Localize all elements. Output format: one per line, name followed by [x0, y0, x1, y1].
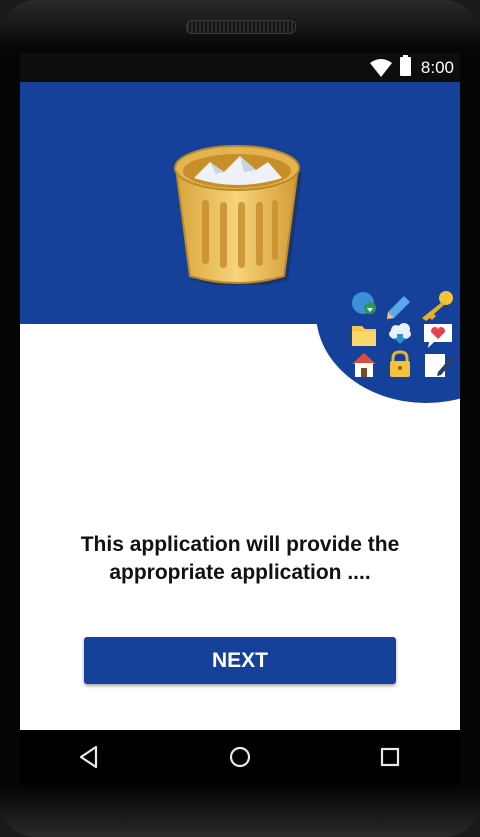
navigation-bar: [20, 730, 460, 785]
battery-icon: [400, 55, 411, 76]
recents-icon[interactable]: [377, 744, 403, 770]
phone-frame: 8:00 This application will provide the a…: [0, 0, 480, 837]
notepad-icon: [425, 354, 455, 377]
wifi-icon: [370, 59, 392, 77]
key-icon: [422, 291, 453, 321]
lock-icon: [390, 350, 410, 377]
screen: 8:00 This application will provide the a…: [20, 53, 460, 730]
globe-download-icon: [352, 292, 376, 314]
recycle-bin-icon: [174, 145, 302, 285]
app-icons-grid: [352, 291, 455, 377]
status-time: 8:00: [420, 58, 454, 77]
pencil-icon: [387, 296, 410, 319]
folder-icon: [352, 326, 376, 346]
onboarding-message: This application will provide the approp…: [60, 531, 420, 587]
heart-chat-icon: [424, 324, 452, 348]
cloud-download-icon: [389, 323, 411, 344]
home-icon: [352, 353, 376, 377]
status-bar: 8:00: [20, 53, 460, 82]
home-circle-icon[interactable]: [227, 744, 253, 770]
speaker-grille: [186, 20, 296, 34]
message-line-1: This application will provide the: [80, 533, 400, 556]
message-line-2: appropriate application ....: [109, 561, 371, 584]
back-icon[interactable]: [76, 744, 102, 770]
next-button[interactable]: NEXT: [84, 637, 396, 684]
